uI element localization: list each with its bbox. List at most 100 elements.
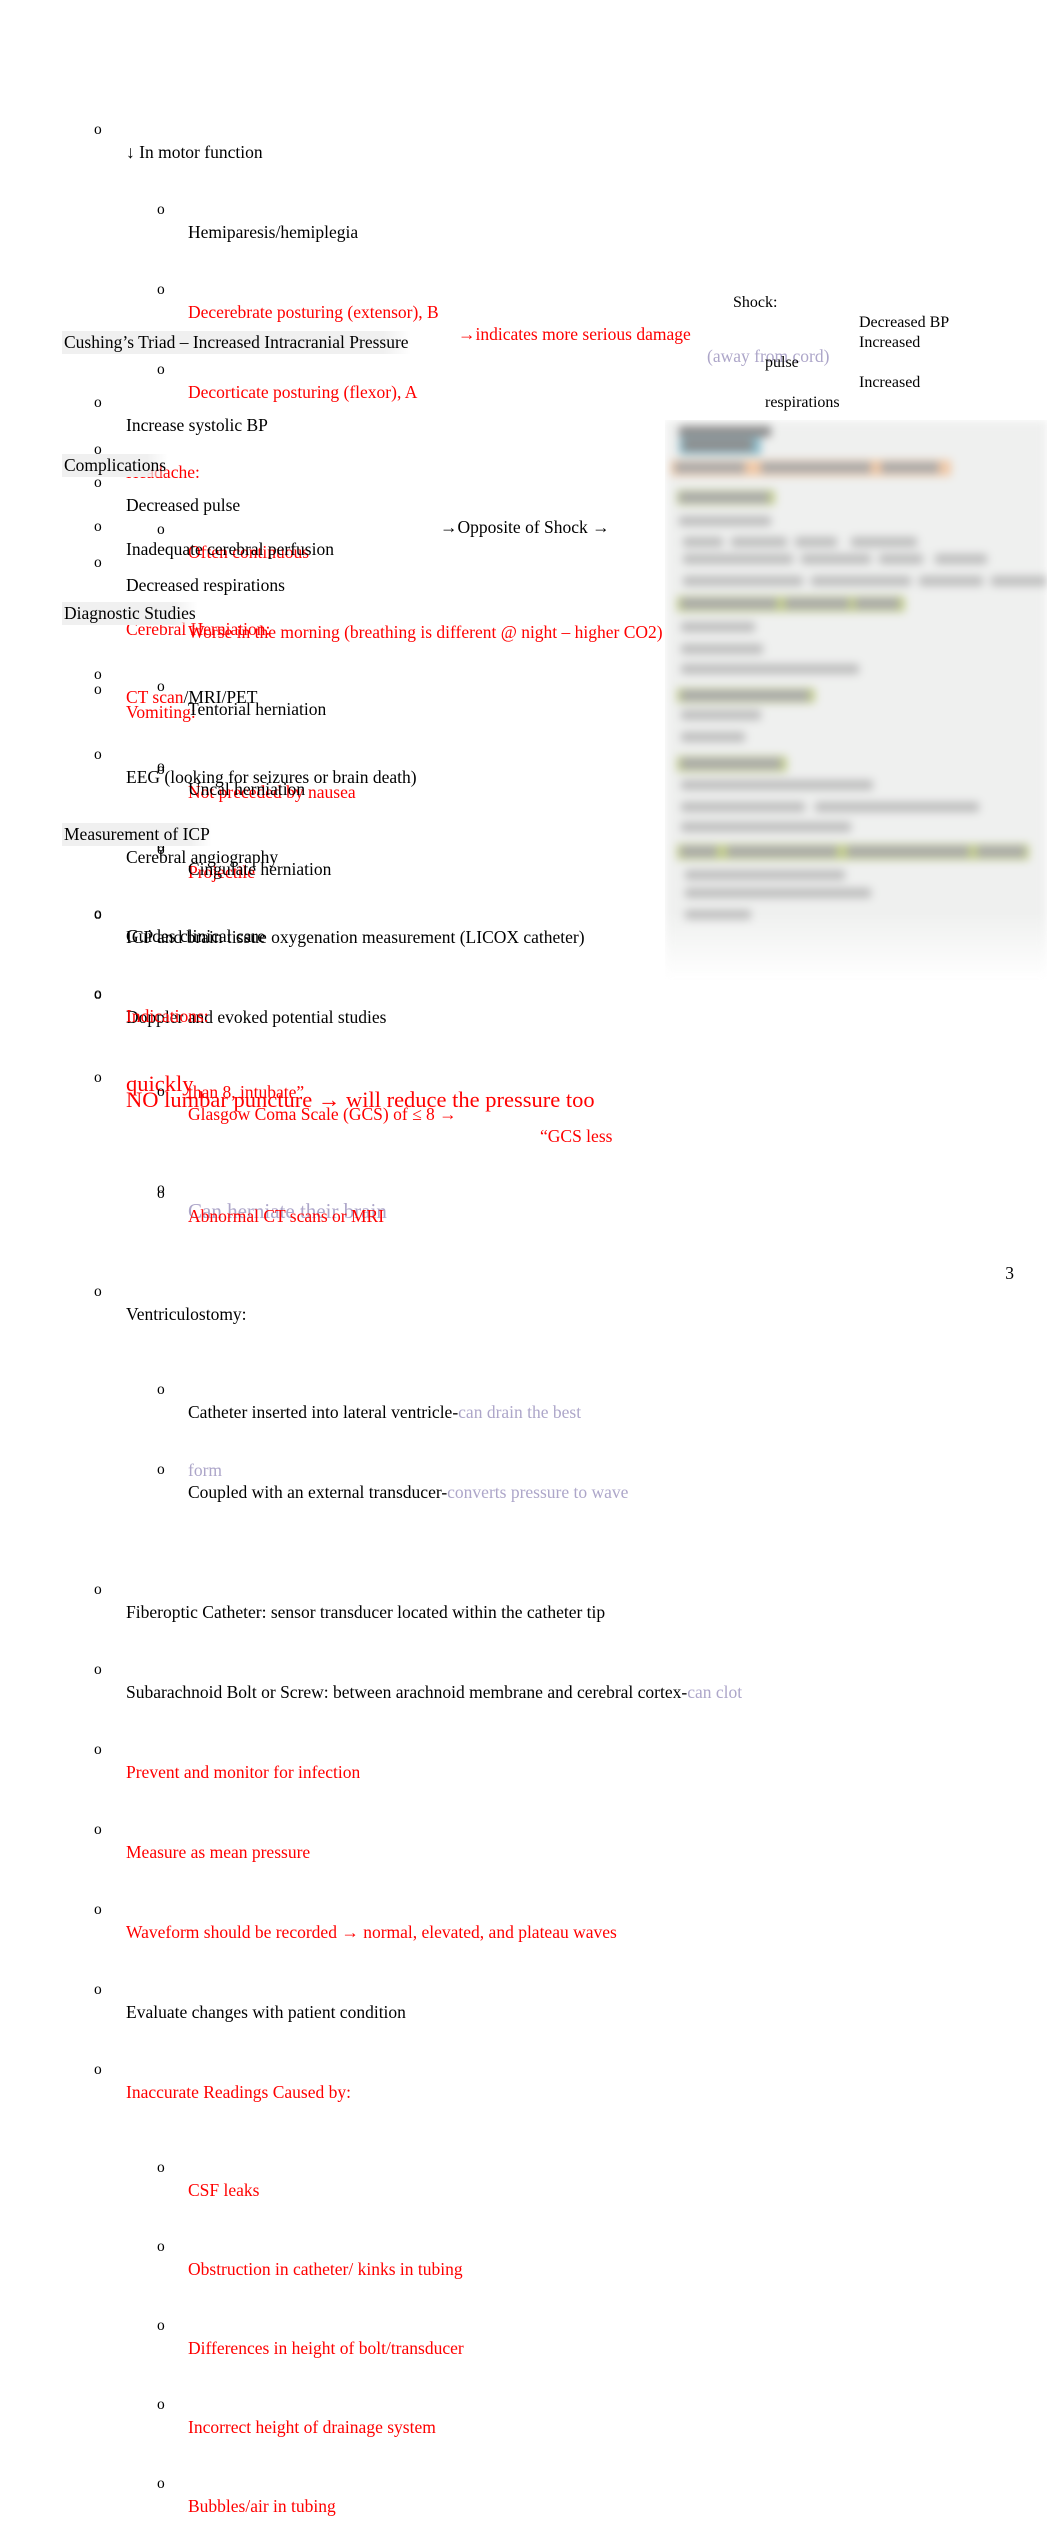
measurement-of-icp-section: Measurement of ICP o Guides clinical car… — [0, 787, 742, 2516]
list-item-label: Measure as mean pressure — [126, 1842, 311, 1862]
page-number: 3 — [1005, 1263, 1014, 1283]
list-item-label: EEG (looking for seizures or brain death… — [126, 767, 417, 787]
shock-pulse: pulse — [765, 354, 799, 371]
document-page: o ↓ In motor function o Hemiparesis/hemi… — [0, 0, 1062, 2516]
bullet-marker: o — [157, 1185, 165, 1202]
section-heading: Cushing’s Triad – Increased Intracranial… — [62, 331, 411, 354]
shock-bp: Decreased BP — [859, 314, 950, 331]
list-item-label: Differences in height of bolt/transducer — [188, 2338, 464, 2358]
list-item: o Subarachnoid Bolt or Screw: between ar… — [0, 1637, 742, 1702]
list-item-label: Decreased pulse — [126, 495, 241, 515]
list-item: o Guides clinical care — [0, 881, 265, 946]
list-item-label: CT scan/MRI/PET — [126, 686, 257, 708]
list-item-label: Incorrect height of drainage system — [188, 2417, 436, 2437]
list-item-label: Indications: — [126, 1006, 209, 1026]
list-item: o ↓ In motor function — [0, 97, 263, 162]
bullet-marker: o — [94, 518, 102, 535]
section-heading: Complications — [62, 454, 169, 477]
shock-respirations: respirations — [765, 394, 840, 411]
bullet-marker: o — [157, 2238, 165, 2255]
bullet-marker: o — [94, 1661, 102, 1678]
blurred-slide-image — [665, 420, 1047, 980]
gcs-line1: Glasgow Coma Scale (GCS) of ≤ 8 → — [188, 1104, 457, 1124]
list-item-label: Abnormal CT scans or MRI — [188, 1206, 385, 1226]
catheter-note: can drain the best — [458, 1402, 582, 1422]
list-item: o Measure as mean pressure — [0, 1797, 310, 1862]
list-item-label: Coupled with an external transducer-conv… — [188, 1481, 628, 1503]
bullet-marker: o — [157, 2159, 165, 2176]
bullet-marker: o — [94, 1581, 102, 1598]
list-item: o Inaccurate Readings Caused by: — [0, 2037, 351, 2102]
list-item-label: ↓ In motor function — [126, 142, 263, 162]
bullet-marker: o — [94, 985, 102, 1002]
bullet-marker: o — [157, 201, 165, 218]
bullet-marker: o — [94, 1821, 102, 1838]
section-heading: Diagnostic Studies — [62, 602, 198, 625]
bullet-marker: o — [157, 1461, 165, 1478]
list-item: o Inadequate cerebral perfusion — [0, 494, 334, 559]
bullet-marker: o — [157, 2317, 165, 2334]
decerebrate-note: →indicates more serious damage — [458, 324, 691, 344]
ct-scan-text: CT scan — [126, 687, 184, 707]
list-item-label: Evaluate changes with patient condition — [126, 2002, 406, 2022]
list-item: o CSF leaks — [0, 2135, 259, 2200]
list-item-label: CSF leaks — [188, 2180, 260, 2200]
list-item-label: Fiberoptic Catheter: sensor transducer l… — [126, 1602, 606, 1622]
bolt-note: can clot — [687, 1682, 743, 1702]
bullet-marker: o — [94, 1901, 102, 1918]
list-item: o Ventriculostomy: — [0, 1259, 247, 1324]
opposite-of-shock-note: →Opposite of Shock → — [440, 517, 610, 537]
list-item-label: Decorticate posturing (flexor), A — [188, 382, 418, 402]
list-item: o Obstruction in catheter/ kinks in tubi… — [0, 2214, 463, 2279]
bullet-marker: o — [94, 394, 102, 411]
list-item: o Incorrect height of drainage system — [0, 2372, 436, 2437]
bullet-marker: o — [94, 1741, 102, 1758]
list-item-label: Subarachnoid Bolt or Screw: between arac… — [126, 1681, 742, 1703]
section-heading: Measurement of ICP — [62, 823, 212, 846]
bullet-marker: o — [157, 2396, 165, 2413]
list-item-label: Inaccurate Readings Caused by: — [126, 2082, 351, 2102]
bullet-marker: o — [94, 121, 102, 138]
transducer-note-wrap: form — [188, 1460, 223, 1480]
list-item-label: Guides clinical care — [126, 926, 265, 946]
shock-pulse-increased: Increased — [859, 334, 921, 351]
list-item: o Bubbles/air in tubing — [0, 2451, 336, 2516]
list-item-label: Ventriculostomy: — [126, 1304, 247, 1324]
bullet-marker: o — [157, 2475, 165, 2492]
shock-title: Shock: — [733, 294, 778, 311]
list-item: o Decerebrate posturing (extensor), B →i… — [0, 257, 829, 366]
list-item-label: Prevent and monitor for infection — [126, 1762, 361, 1782]
list-item: o Hemiparesis/hemiplegia — [0, 177, 358, 242]
list-item: o Indications: — [0, 961, 209, 1026]
list-item: o Evaluate changes with patient conditio… — [0, 1957, 406, 2022]
list-item: o CT scan/MRI/PET — [0, 642, 257, 707]
list-item-label: Waveform should be recorded → normal, el… — [126, 1922, 617, 1942]
list-item: o Waveform should be recorded → normal, … — [0, 1877, 617, 1942]
gcs-quote: “GCS less — [540, 1126, 613, 1146]
list-item: o EEG (looking for seizures or brain dea… — [0, 722, 417, 787]
mri-pet-text: /MRI/PET — [183, 687, 258, 707]
catheter-text: Catheter inserted into lateral ventricle… — [188, 1402, 459, 1422]
list-item-label: Catheter inserted into lateral ventricle… — [188, 1401, 581, 1423]
list-item-label: Hemiparesis/hemiplegia — [188, 222, 359, 242]
bullet-marker: o — [94, 1283, 102, 1300]
list-item-label: Bubbles/air in tubing — [188, 2496, 336, 2516]
bullet-marker: o — [94, 1981, 102, 1998]
bolt-text: Subarachnoid Bolt or Screw: between arac… — [126, 1682, 688, 1702]
list-item: o Fiberoptic Catheter: sensor transducer… — [0, 1557, 605, 1622]
bullet-marker: o — [157, 1381, 165, 1398]
shock-resp-increased: Increased — [859, 374, 921, 391]
gcs-line2: than 8, intubate” — [188, 1082, 305, 1102]
list-item: o Coupled with an external transducer-co… — [0, 1437, 628, 1502]
bullet-marker: o — [94, 666, 102, 683]
list-item-label: Inadequate cerebral perfusion — [126, 539, 334, 559]
bullet-marker: o — [94, 1069, 102, 1086]
transducer-text: Coupled with an external transducer- — [188, 1482, 448, 1502]
list-item: o Differences in height of bolt/transduc… — [0, 2293, 464, 2358]
list-item-gcs: o Glasgow Coma Scale (GCS) of ≤ 8 → “GCS… — [0, 1059, 612, 1146]
bullet-marker: o — [94, 746, 102, 763]
bullet-marker: o — [94, 2061, 102, 2078]
bullet-marker: o — [94, 905, 102, 922]
list-item-label: Obstruction in catheter/ kinks in tubing — [188, 2259, 463, 2279]
transducer-note: converts pressure to wave — [447, 1482, 629, 1502]
